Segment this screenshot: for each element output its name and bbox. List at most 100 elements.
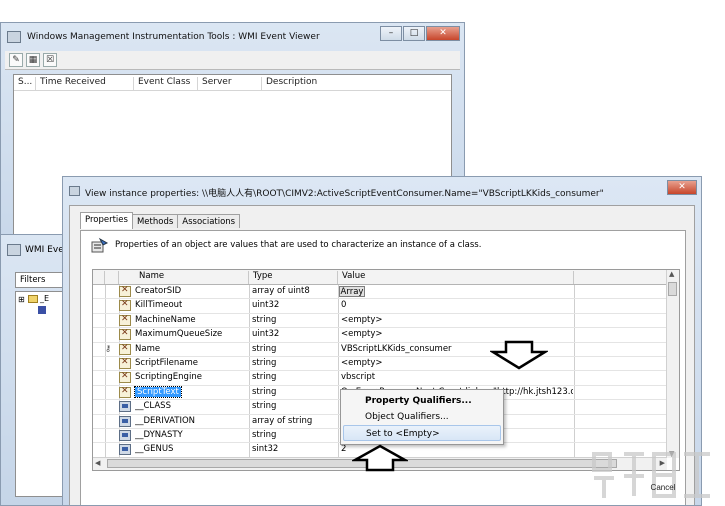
dialog-tabs: Properties Methods Associations: [80, 212, 241, 231]
down-arrow-icon: [490, 340, 548, 370]
system-property-icon: [119, 430, 131, 441]
menu-object-qualifiers[interactable]: Object Qualifiers...: [343, 409, 501, 425]
dialog-close-button[interactable]: ✕: [667, 180, 697, 195]
property-value[interactable]: vbscript: [341, 372, 375, 382]
property-row[interactable]: MachineName string <empty>: [93, 313, 679, 329]
property-value[interactable]: 2: [341, 444, 346, 454]
clear-icon[interactable]: ☒: [43, 53, 57, 67]
grid-line: [338, 342, 339, 356]
grid-line: [249, 443, 250, 457]
property-grid-header: Name Type Value: [93, 270, 679, 285]
grid-line: [249, 328, 250, 342]
property-name[interactable]: ScriptFilename: [135, 358, 198, 368]
tab-methods[interactable]: Methods: [131, 214, 179, 228]
grid-line: [338, 400, 339, 414]
grid-line: [338, 313, 339, 328]
property-name[interactable]: Name: [135, 344, 160, 354]
property-icon: [119, 371, 131, 384]
column-time-received[interactable]: Time Received: [36, 77, 134, 90]
property-value[interactable]: VBScriptLKKids_consumer: [341, 344, 452, 354]
property-name[interactable]: CreatorSID: [135, 286, 181, 296]
grid-line: [574, 385, 575, 400]
property-type: string: [252, 358, 277, 368]
property-value[interactable]: <empty>: [341, 329, 383, 339]
property-row[interactable]: MaximumQueueSize uint32 <empty>: [93, 328, 679, 343]
property-row[interactable]: ⚷ Name string VBScriptLKKids_consumer: [93, 342, 679, 357]
scroll-up-icon[interactable]: ▲: [669, 270, 674, 278]
property-name[interactable]: ScriptText: [134, 385, 182, 398]
system-property-icon: [119, 401, 131, 413]
grid-scroll-thumb[interactable]: [668, 282, 677, 296]
key-icon: ⚷: [105, 343, 112, 354]
property-row[interactable]: ScriptingEngine string vbscript: [93, 371, 679, 386]
property-value[interactable]: <empty>: [341, 358, 383, 368]
close-button[interactable]: ✕: [426, 26, 460, 41]
menu-property-qualifiers[interactable]: Property Qualifiers...: [343, 393, 501, 409]
column-type[interactable]: Type: [249, 271, 338, 284]
grid-line: [249, 299, 250, 313]
tab-associations[interactable]: Associations: [177, 214, 241, 228]
property-name[interactable]: __DYNASTY: [135, 430, 183, 440]
array-button[interactable]: Array: [339, 286, 365, 297]
grid-line: [574, 443, 575, 457]
consumer-node-icon: [38, 306, 46, 314]
grid-line: [105, 429, 106, 443]
property-name[interactable]: KillTimeout: [135, 300, 182, 310]
grid-line: [338, 328, 339, 342]
column-event-class[interactable]: Event Class: [134, 77, 198, 90]
grid-line: [249, 385, 250, 400]
grid-line: [574, 313, 575, 328]
grid-line: [249, 414, 250, 428]
filter-pen-icon[interactable]: ✎: [9, 53, 23, 67]
property-row[interactable]: ScriptFilename string <empty>: [93, 357, 679, 372]
register-icon[interactable]: ▦: [26, 53, 40, 67]
column-value[interactable]: Value: [338, 271, 574, 284]
property-name[interactable]: __CLASS: [135, 401, 171, 411]
property-name[interactable]: __GENUS: [135, 444, 173, 454]
grid-vertical-scrollbar[interactable]: ▲ ▼: [666, 270, 679, 458]
property-icon: [119, 285, 131, 297]
property-value[interactable]: 0: [341, 300, 346, 310]
grid-line: [105, 328, 106, 342]
grid-line: [249, 313, 250, 328]
column-status[interactable]: S...: [14, 77, 36, 90]
tab-properties[interactable]: Properties: [80, 212, 133, 229]
grid-line: [249, 285, 250, 299]
grid-line: [105, 285, 106, 299]
tree-node-label[interactable]: _E: [40, 294, 49, 303]
property-name[interactable]: ScriptingEngine: [135, 372, 202, 382]
scroll-left-icon[interactable]: ◀: [95, 459, 100, 467]
minimize-button[interactable]: –: [380, 26, 402, 41]
property-icon: [119, 386, 131, 398]
grid-line: [338, 299, 339, 313]
property-type: string: [252, 343, 277, 354]
grid-line: [338, 385, 339, 400]
cancel-button[interactable]: Cancel: [632, 480, 694, 494]
system-property-icon: [119, 444, 131, 456]
column-name[interactable]: Name: [119, 271, 249, 284]
grid-line: [249, 429, 250, 443]
grid-line: [105, 443, 106, 457]
event-list-header: S... Time Received Event Class Server De…: [14, 75, 451, 91]
column-description[interactable]: Description: [262, 77, 452, 90]
property-value[interactable]: <empty>: [341, 315, 383, 325]
property-name[interactable]: MaximumQueueSize: [135, 329, 222, 339]
maximize-button[interactable]: □: [403, 26, 425, 41]
column-server[interactable]: Server: [198, 77, 262, 90]
property-row[interactable]: CreatorSID array of uint8 Array: [93, 285, 679, 300]
filters-label: Filters: [15, 272, 69, 288]
menu-set-to-empty[interactable]: Set to <Empty>: [343, 425, 501, 441]
grid-line: [105, 371, 106, 385]
grid-line: [105, 385, 106, 400]
grid-line: [574, 371, 575, 385]
property-name[interactable]: MachineName: [135, 315, 196, 325]
consumer-window[interactable]: WMI Eve Filters ⊞ _E: [0, 234, 71, 506]
event-viewer-toolbar: ✎ ▦ ☒: [5, 51, 460, 70]
property-type: uint32: [252, 329, 280, 340]
property-row[interactable]: KillTimeout uint32 0: [93, 299, 679, 314]
event-viewer-title: Windows Management Instrumentation Tools…: [27, 32, 320, 42]
event-viewer-titlebar[interactable]: Windows Management Instrumentation Tools…: [1, 23, 464, 51]
tree-expand-icon[interactable]: ⊞: [18, 295, 25, 304]
grid-line: [338, 414, 339, 428]
property-name[interactable]: __DERIVATION: [135, 416, 195, 426]
